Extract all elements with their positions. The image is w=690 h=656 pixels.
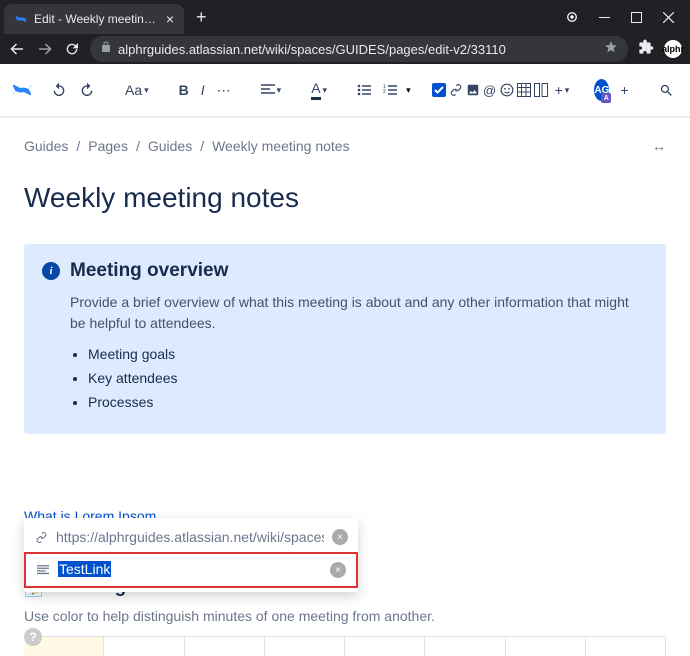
user-avatar[interactable]: AG A: [594, 79, 609, 101]
browser-chrome: Edit - Weekly meeting notes - Gu... × +: [0, 0, 690, 64]
link-text-row: TestLink ×: [24, 552, 358, 588]
breadcrumb: Guides / Pages / Guides / Weekly meeting…: [24, 138, 666, 154]
svg-text:2: 2: [383, 89, 386, 95]
text-color-dropdown[interactable]: A▾: [306, 76, 332, 104]
help-icon[interactable]: ?: [24, 628, 42, 646]
bookmark-star-icon[interactable]: [604, 40, 618, 59]
restrictions-button[interactable]: [685, 79, 690, 102]
bold-button[interactable]: B: [174, 78, 194, 102]
image-button[interactable]: [465, 82, 481, 98]
alignment-dropdown[interactable]: ▾: [256, 79, 287, 101]
text-styles-dropdown[interactable]: Aa▾: [120, 78, 154, 102]
clear-text-button[interactable]: ×: [330, 562, 346, 578]
link-url-row: ×: [24, 522, 358, 552]
lists-dropdown[interactable]: ▾: [406, 85, 411, 96]
address-bar: alphrguides.atlassian.net/wiki/spaces/GU…: [0, 34, 690, 64]
list-item: Key attendees: [88, 370, 648, 386]
link-button[interactable]: [448, 82, 464, 98]
panel-title: Meeting overview: [70, 260, 228, 282]
url-text: alphrguides.atlassian.net/wiki/spaces/GU…: [118, 42, 598, 57]
italic-button[interactable]: I: [196, 78, 210, 102]
reload-button[interactable]: [64, 41, 80, 57]
new-tab-button[interactable]: +: [196, 7, 207, 28]
panel-description: Provide a brief overview of what this me…: [70, 292, 648, 334]
breadcrumb-item[interactable]: Guides: [148, 138, 192, 154]
clear-url-button[interactable]: ×: [332, 529, 348, 545]
find-replace-button[interactable]: [654, 79, 679, 102]
tab-strip: Edit - Weekly meeting notes - Gu... × +: [0, 0, 690, 34]
breadcrumb-item[interactable]: Pages: [88, 138, 128, 154]
url-box[interactable]: alphrguides.atlassian.net/wiki/spaces/GU…: [90, 36, 628, 62]
page-content: Guides / Pages / Guides / Weekly meeting…: [0, 118, 690, 656]
recording-indicator-icon: [566, 11, 578, 23]
link-url-input[interactable]: [56, 529, 324, 545]
maximize-icon[interactable]: [630, 11, 642, 23]
app-chrome: Aa▾ B I ⋯ ▾ A▾ 12 ▾: [0, 64, 690, 118]
close-tab-icon[interactable]: ×: [166, 12, 174, 26]
extensions-icon[interactable]: [638, 39, 654, 60]
info-icon: i: [42, 262, 60, 280]
tab-title: Edit - Weekly meeting notes - Gu...: [34, 12, 160, 26]
link-popup: × TestLink ×: [24, 518, 358, 592]
confluence-logo-icon[interactable]: [10, 78, 34, 102]
lock-icon: [100, 40, 112, 58]
minutes-table[interactable]: [24, 636, 666, 656]
breadcrumb-item[interactable]: Weekly meeting notes: [212, 138, 349, 154]
link-icon: [34, 531, 48, 544]
extension-icons: alphr: [638, 39, 682, 60]
minutes-description: Use color to help distinguish minutes of…: [24, 608, 666, 624]
mention-button[interactable]: @: [482, 82, 498, 98]
close-window-icon[interactable]: [662, 11, 674, 23]
action-item-button[interactable]: [431, 82, 447, 98]
browser-tab[interactable]: Edit - Weekly meeting notes - Gu... ×: [4, 4, 184, 34]
bullet-list-button[interactable]: [352, 79, 376, 101]
emoji-button[interactable]: [499, 82, 515, 98]
breadcrumb-item[interactable]: Guides: [24, 138, 68, 154]
invite-button[interactable]: +: [615, 78, 633, 102]
minimize-icon[interactable]: [598, 11, 610, 23]
list-item: Meeting goals: [88, 346, 648, 362]
list-item: Processes: [88, 394, 648, 410]
editor-toolbar: Aa▾ B I ⋯ ▾ A▾ 12 ▾: [0, 64, 690, 116]
more-formatting-button[interactable]: ⋯: [212, 78, 236, 103]
link-display-text[interactable]: TestLink: [58, 561, 111, 577]
page-title[interactable]: Weekly meeting notes: [24, 182, 666, 214]
text-icon: [36, 564, 50, 576]
layouts-button[interactable]: [533, 82, 549, 98]
window-controls: [566, 11, 686, 23]
avatar-badge: A: [601, 93, 611, 103]
undo-button[interactable]: [46, 78, 72, 102]
numbered-list-button[interactable]: 12: [378, 79, 402, 101]
insert-dropdown[interactable]: +▾: [550, 78, 575, 102]
favicon-confluence-icon: [14, 12, 28, 26]
redo-button[interactable]: [74, 78, 100, 102]
table-button[interactable]: [516, 82, 532, 98]
resize-handle-icon[interactable]: ↔: [652, 138, 666, 154]
forward-button[interactable]: [36, 40, 54, 58]
info-panel[interactable]: i Meeting overview Provide a brief overv…: [24, 244, 666, 434]
panel-list: Meeting goals Key attendees Processes: [88, 346, 648, 410]
back-button[interactable]: [8, 40, 26, 58]
profile-avatar[interactable]: alphr: [664, 40, 682, 58]
